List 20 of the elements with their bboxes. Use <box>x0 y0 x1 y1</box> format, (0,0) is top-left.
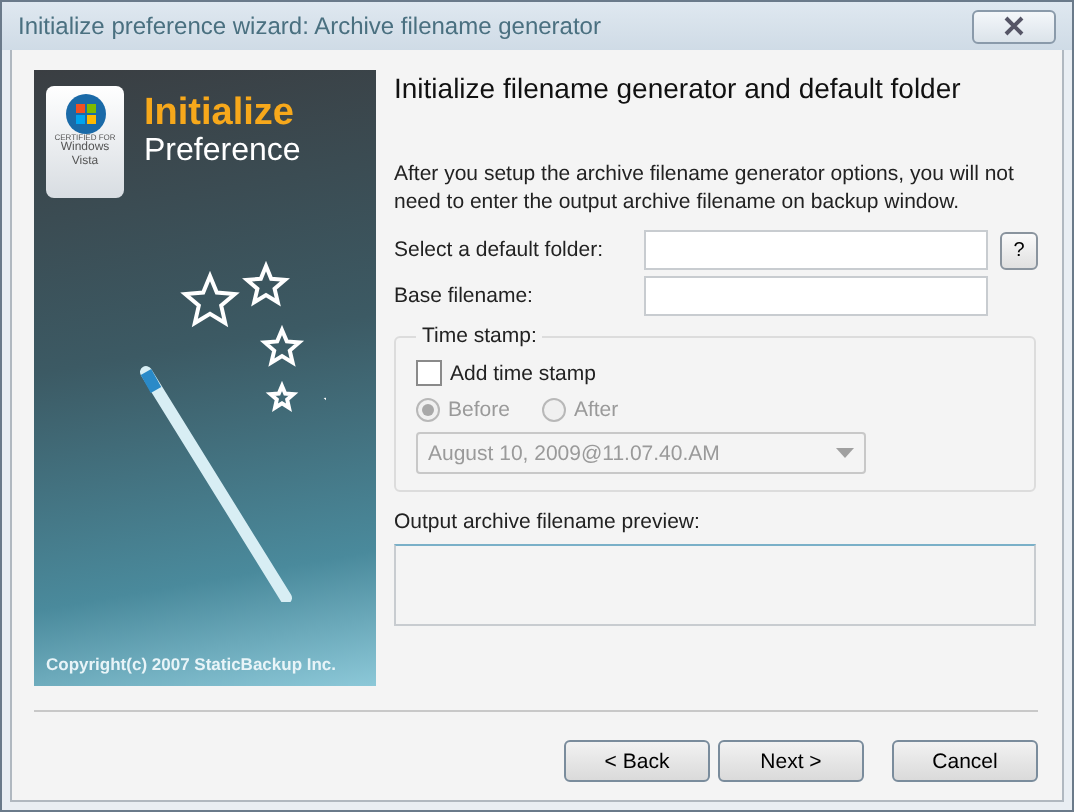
field-label: Select a default folder: <box>394 238 605 262</box>
logo-subtitle: Preference <box>144 132 301 171</box>
preview-label: Output archive filename preview: <box>394 510 702 534</box>
copyright-text: Copyright(c) 2007 StaticBackup Inc. <box>46 654 337 674</box>
wizard-button[interactable]: Cancel <box>892 740 1038 782</box>
close-icon <box>1002 16 1026 36</box>
wizard-button[interactable]: Next > <box>718 740 864 782</box>
text-input[interactable] <box>644 276 988 316</box>
help-button[interactable]: ? <box>1000 231 1038 269</box>
window-title: Initialize preference wizard: Archive filename generator <box>18 12 601 40</box>
description-text: After you setup the archive filename generator options, you will not need to enter the output archive filename on backup window. <box>394 160 1016 216</box>
wizard-button[interactable]: < Back <box>564 740 710 782</box>
field-label: Base filename: <box>394 284 535 308</box>
page-heading: Initialize filename generator and default folder <box>394 72 963 104</box>
dropdown-arrow-icon <box>836 448 854 458</box>
logo-title: Initialize <box>144 94 296 132</box>
close-button[interactable] <box>972 9 1056 43</box>
text-input[interactable] <box>644 230 988 270</box>
group-legend: Time stamp: <box>416 324 543 348</box>
windows-logo-icon <box>65 94 105 134</box>
